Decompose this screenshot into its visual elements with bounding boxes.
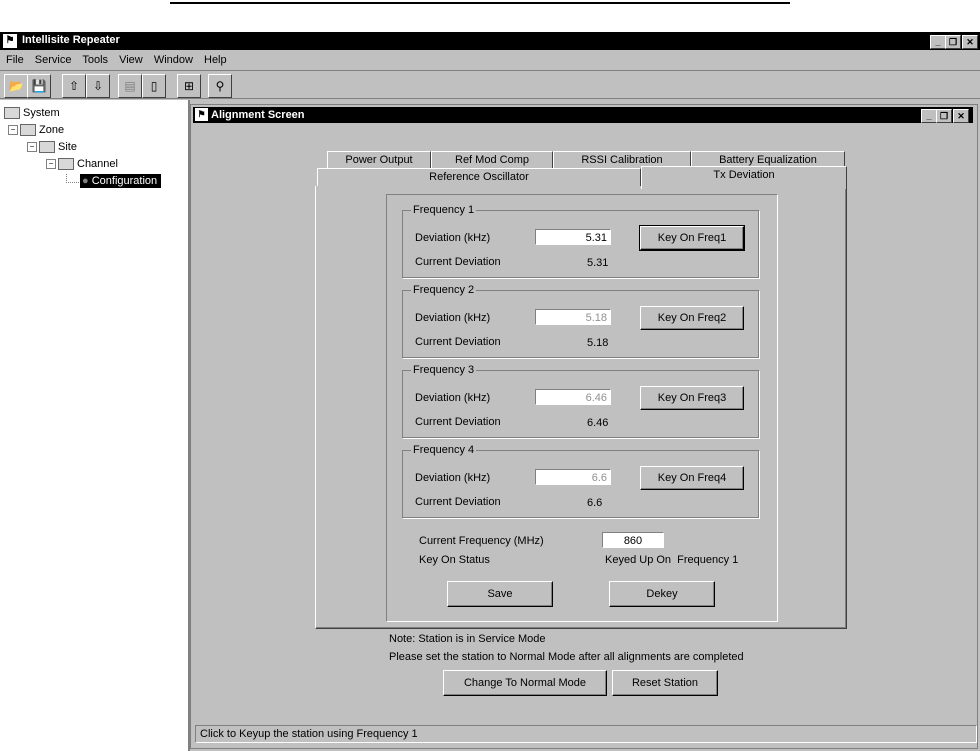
current-deviation-2-value: 5.18 (587, 337, 609, 349)
current-frequency-field[interactable]: 860 (602, 532, 664, 548)
minimize-icon[interactable]: _ (921, 109, 937, 123)
menu-window[interactable]: Window (154, 54, 193, 66)
frequency-1-legend: Frequency 1 (411, 204, 477, 216)
current-deviation-label: Current Deviation (415, 336, 501, 348)
status-bar: Click to Keyup the station using Frequen… (195, 725, 977, 743)
bullet-icon: ● (82, 175, 89, 187)
minimize-icon[interactable]: _ (930, 35, 946, 49)
menu-help[interactable]: Help (204, 54, 227, 66)
download-icon[interactable]: ⇩ (86, 74, 110, 98)
current-deviation-label: Current Deviation (415, 496, 501, 508)
upload-icon[interactable]: ⇧ (62, 74, 86, 98)
tree-pane: System − Zone − Site − Channel ● Configurat… (0, 100, 188, 751)
collapse-icon[interactable]: − (46, 159, 56, 170)
deviation-1-field[interactable]: 5.31 (535, 229, 611, 245)
key-on-status-label: Key On Status (419, 554, 490, 566)
current-deviation-4-value: 6.6 (587, 497, 603, 509)
deviation-label: Deviation (kHz) (415, 392, 491, 404)
menu-file[interactable]: File (6, 54, 24, 66)
alignment-window-icon: ⚑ (195, 108, 208, 121)
folder-icon (39, 141, 55, 154)
menu-service[interactable]: Service (35, 54, 72, 66)
deviation-4-field[interactable]: 6.6 (535, 469, 611, 485)
app-title-bar: ⚑ Intellisite Repeater _ ❐ ✕ (0, 32, 980, 50)
mdi-area: ⚑ Alignment Screen _ ❐ ✕ Power Output Re… (190, 100, 980, 751)
status-text: Click to Keyup the station using Frequen… (200, 728, 418, 740)
current-deviation-3-value: 6.46 (587, 417, 609, 429)
alignment-title: Alignment Screen (211, 109, 305, 121)
tree-item-site[interactable]: − Site (27, 140, 77, 154)
key-on-freq2-button[interactable]: Key On Freq2 (640, 306, 744, 330)
collapse-icon[interactable]: − (8, 125, 18, 136)
change-to-normal-mode-button[interactable]: Change To Normal Mode (443, 670, 607, 696)
reset-station-button[interactable]: Reset Station (612, 670, 718, 696)
current-deviation-label: Current Deviation (415, 256, 501, 268)
properties-icon[interactable]: ▤ (118, 74, 142, 98)
frequency-4-legend: Frequency 4 (411, 444, 477, 456)
current-frequency-label: Current Frequency (MHz) (419, 535, 544, 547)
dekey-button[interactable]: Dekey (609, 581, 715, 607)
service-mode-note: Note: Station is in Service Mode (389, 633, 546, 645)
close-icon[interactable]: ✕ (962, 35, 978, 49)
menu-view[interactable]: View (119, 54, 143, 66)
network-icon[interactable]: ⊞ (177, 74, 201, 98)
frequency-2-legend: Frequency 2 (411, 284, 477, 296)
collapse-icon[interactable]: − (27, 142, 37, 153)
menu-divider (0, 70, 980, 71)
top-rule (170, 2, 790, 4)
folder-icon (4, 107, 20, 120)
restore-icon[interactable]: ❐ (936, 109, 952, 123)
tree-item-configuration[interactable]: ● Configuration (80, 174, 162, 188)
frequency-3-legend: Frequency 3 (411, 364, 477, 376)
current-deviation-1-value: 5.31 (587, 257, 609, 269)
normal-mode-note: Please set the station to Normal Mode af… (389, 651, 744, 663)
deviation-label: Deviation (kHz) (415, 472, 491, 484)
toolbar-divider (0, 98, 980, 99)
app-icon: ⚑ (3, 34, 17, 48)
menu-tools[interactable]: Tools (82, 54, 108, 66)
find-binoculars-icon[interactable]: ⚲ (208, 74, 232, 98)
tree-item-system[interactable]: System (4, 106, 60, 120)
menu-bar: File Service Tools View Window Help (0, 51, 980, 70)
frequency-4-group: Frequency 4 Deviation (kHz) 6.6 Key On F… (402, 444, 759, 518)
frequency-2-group: Frequency 2 Deviation (kHz) 5.18 Key On … (402, 284, 759, 358)
folder-icon (20, 124, 36, 137)
restore-icon[interactable]: ❐ (945, 35, 961, 49)
save-disk-icon[interactable]: 💾 (27, 74, 51, 98)
deviation-label: Deviation (kHz) (415, 232, 491, 244)
alignment-title-bar: ⚑ Alignment Screen _ ❐ ✕ (193, 107, 973, 123)
frequency-3-group: Frequency 3 Deviation (kHz) 6.46 Key On … (402, 364, 759, 438)
key-on-status-value: Keyed Up On Frequency 1 (605, 554, 739, 566)
deviation-3-field[interactable]: 6.46 (535, 389, 611, 405)
current-deviation-label: Current Deviation (415, 416, 501, 428)
save-button[interactable]: Save (447, 581, 553, 607)
close-icon[interactable]: ✕ (953, 109, 969, 123)
key-on-freq4-button[interactable]: Key On Freq4 (640, 466, 744, 490)
tree-connector (66, 174, 81, 183)
open-folder-icon[interactable]: 📂 (4, 74, 28, 98)
document-icon[interactable]: ▯ (142, 74, 166, 98)
key-on-freq3-button[interactable]: Key On Freq3 (640, 386, 744, 410)
alignment-window: ⚑ Alignment Screen _ ❐ ✕ Power Output Re… (190, 104, 978, 749)
app-title: Intellisite Repeater (22, 34, 120, 46)
frequency-1-group: Frequency 1 Deviation (kHz) 5.31 Key On … (402, 204, 759, 278)
deviation-label: Deviation (kHz) (415, 312, 491, 324)
folder-icon (58, 158, 74, 171)
tab-tx-deviation[interactable]: Tx Deviation (641, 166, 847, 189)
deviation-panel: Frequency 1 Deviation (kHz) 5.31 Key On … (386, 194, 778, 622)
tree-item-zone[interactable]: − Zone (8, 123, 64, 137)
tab-page-tx-deviation: Frequency 1 Deviation (kHz) 5.31 Key On … (315, 186, 847, 629)
deviation-2-field[interactable]: 5.18 (535, 309, 611, 325)
key-on-freq1-button[interactable]: Key On Freq1 (639, 225, 745, 251)
tree-item-channel[interactable]: − Channel (46, 157, 118, 171)
tab-reference-oscillator[interactable]: Reference Oscillator (317, 168, 641, 187)
